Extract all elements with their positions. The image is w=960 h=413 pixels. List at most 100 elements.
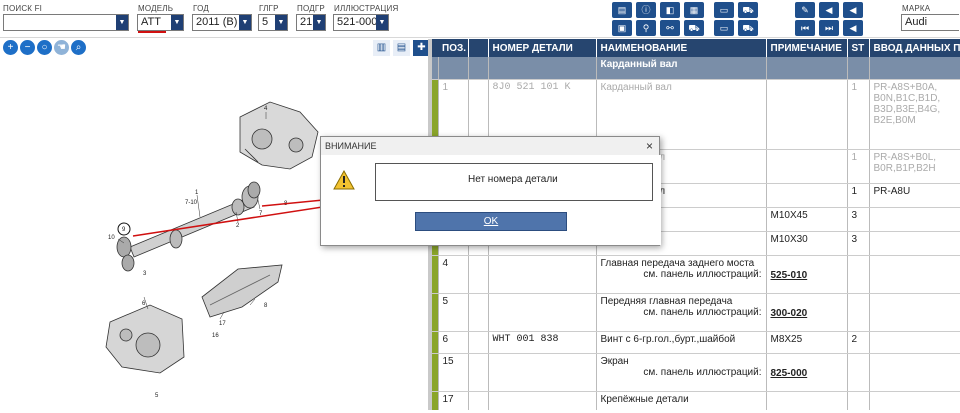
illustration-select[interactable]: 521-000 ▼	[333, 14, 389, 31]
callout-label: 7-10	[185, 200, 198, 206]
parts-icon[interactable]: ▣	[612, 20, 632, 36]
callout-label: 8	[284, 201, 288, 207]
cell-name-text: Главная передача заднего моста	[600, 257, 755, 269]
pin-icon[interactable]: ✎	[795, 2, 815, 18]
front-diff-drawing	[105, 304, 185, 374]
back-icon[interactable]: ◀	[843, 2, 863, 18]
callout-label: 9	[122, 227, 126, 233]
cell-input	[869, 331, 960, 354]
cell-input	[869, 391, 960, 410]
last-page-icon[interactable]: ⏭	[819, 20, 839, 36]
col-pos: ПОЗ.	[438, 39, 469, 57]
year-value: 2011 (B)	[196, 16, 238, 28]
cell-part: WHT 001 838	[488, 331, 597, 354]
prev-page-icon[interactable]: ◀	[819, 2, 839, 18]
table-row[interactable]: 5 Передняя главная передача см. панель и…	[432, 293, 960, 332]
cell-name: Главная передача заднего моста см. панел…	[596, 255, 767, 294]
first-page-icon[interactable]: ⏮	[795, 20, 815, 36]
warning-icon	[333, 170, 355, 190]
elsa-icon[interactable]: ▭	[714, 20, 734, 36]
key-icon[interactable]: ⚲	[636, 20, 656, 36]
table-row[interactable]: 15 Экран см. панель иллюстраций: 825-000	[432, 353, 960, 392]
cell-name-text: Передняя главная передача	[600, 295, 733, 307]
chevron-down-icon[interactable]: ▼	[239, 15, 251, 30]
table-row[interactable]: 17 Крепёжные детали	[432, 391, 960, 410]
cell-input	[869, 207, 960, 232]
chevron-down-icon[interactable]: ▼	[313, 15, 325, 30]
bike-icon[interactable]: ⚯	[660, 20, 680, 36]
order-icon[interactable]: ▭	[714, 2, 734, 18]
cell-st: 1	[847, 149, 870, 184]
callout-label: 5	[155, 393, 159, 399]
col-input: ВВОД ДАННЫХ ПО	[869, 39, 960, 57]
model-underline	[138, 31, 166, 33]
cell-st: 2	[847, 331, 870, 354]
callout-label: 3	[143, 271, 147, 277]
glgr-label: ГЛГР	[259, 4, 279, 13]
cell-note	[766, 149, 848, 184]
ok-button[interactable]: OK	[415, 212, 567, 231]
zoom-hand-icon[interactable]: ☚	[54, 40, 69, 55]
cart-add-icon[interactable]: ⛟	[738, 2, 758, 18]
filter-bar: ПОИСК FI ▼ МОДЕЛЬ ATT ▼ ГОД 2011 (B) ▼ Г…	[0, 0, 960, 38]
cell-input: PR-A8U	[869, 183, 960, 208]
close-icon[interactable]: ×	[646, 139, 653, 153]
glgr-select[interactable]: 5 ▼	[258, 14, 288, 31]
chevron-down-icon[interactable]: ▼	[275, 15, 287, 30]
search-input[interactable]: ▼	[3, 14, 129, 31]
illustration-value: 521-000	[337, 16, 378, 28]
cell-pos: 15	[438, 353, 469, 392]
cell-st	[847, 293, 870, 332]
brand-label: МАРКА	[902, 4, 931, 13]
cell-part	[488, 255, 597, 294]
heat-shield-drawing	[201, 264, 283, 318]
cell-st: 1	[847, 79, 870, 150]
chevron-down-icon[interactable]: ▼	[116, 15, 128, 30]
chevron-down-icon[interactable]: ▼	[376, 15, 388, 30]
cart-list-icon[interactable]: ⛟	[738, 20, 758, 36]
cell-input	[869, 231, 960, 256]
cart-icon[interactable]: ⛟	[684, 20, 704, 36]
year-select[interactable]: 2011 (B) ▼	[192, 14, 252, 31]
chevron-down-icon[interactable]: ▼	[171, 15, 183, 30]
dealer-icon[interactable]: ▦	[684, 2, 704, 18]
info-icon[interactable]: ⓘ	[636, 2, 656, 18]
illustration-link[interactable]: 525-010	[771, 270, 808, 281]
cell-st: 1	[847, 183, 870, 208]
cell-part	[488, 391, 597, 410]
illustration-link[interactable]: 300-020	[771, 308, 808, 319]
print-icon[interactable]: ▤	[612, 2, 632, 18]
cell-st: 3	[847, 231, 870, 256]
left-arrow-icon[interactable]: ◀	[843, 20, 863, 36]
cell-note: M8X25	[766, 331, 848, 354]
cell-name: Экран см. панель иллюстраций:	[596, 353, 767, 392]
dialog-body: Нет номера детали OK	[321, 155, 661, 245]
split-view-icon[interactable]: ▥	[373, 40, 390, 56]
illustration-label: ИЛЛЮСТРАЦИЯ	[334, 4, 399, 13]
zoom-toolbar: + − ○ ☚ ⌕ ▥ ▤ ✚	[0, 39, 430, 57]
model-select[interactable]: ATT ▼	[137, 14, 184, 31]
table-header: ПОЗ. НОМЕР ДЕТАЛИ НАИМЕНОВАНИЕ ПРИМЕЧАНИ…	[432, 39, 960, 57]
group-title: Карданный вал	[596, 57, 767, 80]
cell-name: Крепёжные детали	[596, 391, 767, 410]
year-label: ГОД	[193, 4, 209, 13]
cell-input: PR-A8S+B0A, B0N,B1C,B1D, B3D,B3E,B4G, B2…	[869, 79, 960, 150]
col-note: ПРИМЕЧАНИЕ	[766, 39, 848, 57]
illustration-link[interactable]: 825-000	[771, 368, 808, 379]
podgr-select[interactable]: 21 ▼	[296, 14, 326, 31]
car-icon[interactable]: ◧	[660, 2, 680, 18]
zoom-in-icon[interactable]: +	[3, 40, 18, 55]
alert-dialog: ВНИМАНИЕ × Нет номера детали OK	[320, 136, 661, 246]
table-row[interactable]: 4 Главная передача заднего моста см. пан…	[432, 255, 960, 294]
zoom-fit-icon[interactable]: ○	[37, 40, 52, 55]
table-view-icon[interactable]: ▤	[393, 40, 410, 56]
brand-select[interactable]: Audi	[901, 14, 959, 31]
cross-ref-label: см. панель иллюстраций:	[643, 366, 762, 378]
cell-note: M10X45	[766, 207, 848, 232]
zoom-out-icon[interactable]: −	[20, 40, 35, 55]
table-row[interactable]: 6 WHT 001 838 Винт с 6-гр.гол.,бурт.,шай…	[432, 331, 960, 354]
cell-name: Винт с 6-гр.гол.,бурт.,шайбой	[596, 331, 767, 354]
cell-input: PR-A8S+B0L, B0R,B1P,B2H	[869, 149, 960, 184]
callout-label: 10	[108, 235, 115, 241]
zoom-search-icon[interactable]: ⌕	[71, 40, 86, 55]
